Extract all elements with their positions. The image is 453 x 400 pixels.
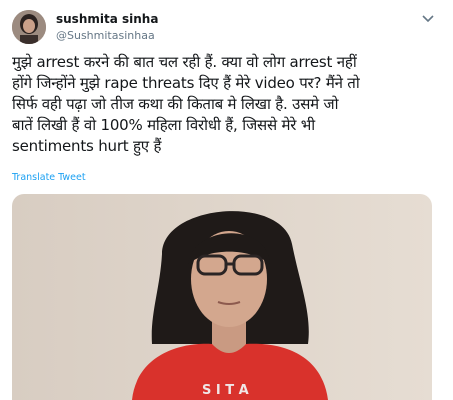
tweet-text: मुझे arrest करने की बात चल रही हैं. क्या… bbox=[12, 53, 360, 155]
avatar[interactable] bbox=[12, 10, 46, 44]
author-handle[interactable]: @Sushmitasinhaa bbox=[56, 29, 155, 42]
chevron-down-icon[interactable] bbox=[421, 12, 435, 26]
translate-tweet-link[interactable]: Translate Tweet bbox=[12, 172, 86, 183]
svg-text:S I T A: S I T A bbox=[202, 383, 249, 398]
tweet-video[interactable]: S I T A bbox=[12, 194, 432, 400]
tweet-card: sushmita sinha @Sushmitasinhaa मुझे arre… bbox=[0, 0, 453, 400]
author-name[interactable]: sushmita sinha bbox=[56, 12, 158, 26]
